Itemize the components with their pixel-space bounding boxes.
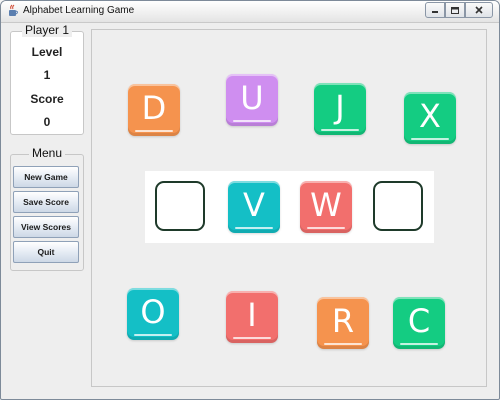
- level-label: Level: [31, 45, 63, 59]
- answer-slot-tile[interactable]: V: [228, 181, 280, 233]
- empty-answer-slot[interactable]: [155, 181, 205, 231]
- score-value: 0: [43, 115, 51, 129]
- app-window: Alphabet Learning Game Player 1 Level 1 …: [0, 0, 500, 400]
- letter-tile[interactable]: X: [404, 92, 456, 144]
- minimize-button[interactable]: [425, 2, 445, 18]
- java-cup-icon: [9, 4, 18, 16]
- window-title: Alphabet Learning Game: [23, 5, 135, 16]
- minimize-icon: [432, 11, 438, 13]
- close-button[interactable]: [465, 2, 493, 18]
- empty-answer-slot[interactable]: [373, 181, 423, 231]
- letter-tile[interactable]: O: [127, 288, 179, 340]
- letter-tile[interactable]: C: [393, 297, 445, 349]
- letter-tile[interactable]: D: [128, 84, 180, 136]
- view-scores-button[interactable]: View Scores: [13, 216, 79, 238]
- letter-tile[interactable]: R: [317, 297, 369, 349]
- answer-slot-tile[interactable]: W: [300, 181, 352, 233]
- save-score-button[interactable]: Save Score: [13, 191, 79, 213]
- letter-tile[interactable]: U: [226, 74, 278, 126]
- score-label: Score: [30, 92, 64, 106]
- new-game-button[interactable]: New Game: [13, 166, 79, 188]
- player-panel-title: Player 1: [21, 23, 73, 37]
- player-panel: Player 1 Level 1 Score 0: [10, 23, 84, 135]
- close-icon: [475, 6, 483, 14]
- title-bar[interactable]: Alphabet Learning Game: [1, 1, 499, 23]
- menu-panel: Menu New Game Save Score View Scores Qui…: [10, 146, 84, 271]
- letter-tile[interactable]: I: [226, 291, 278, 343]
- maximize-button[interactable]: [445, 2, 465, 18]
- letter-tile[interactable]: J: [314, 83, 366, 135]
- maximize-icon: [451, 6, 459, 14]
- menu-panel-title: Menu: [28, 146, 66, 160]
- quit-button[interactable]: Quit: [13, 241, 79, 263]
- level-value: 1: [43, 68, 51, 82]
